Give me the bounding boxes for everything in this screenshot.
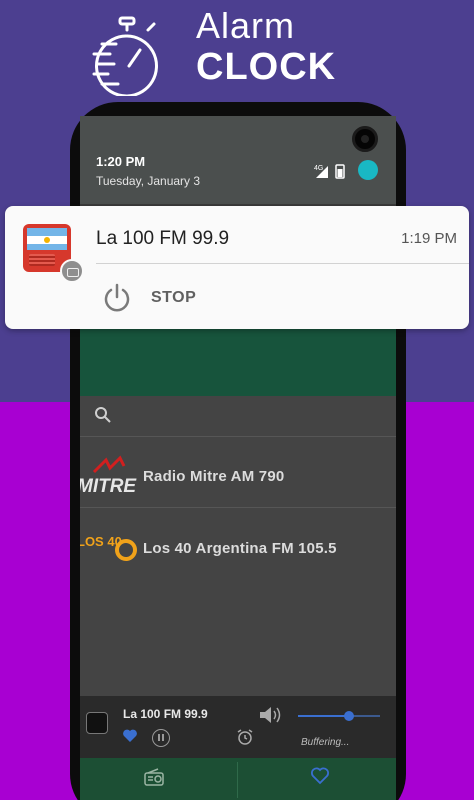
hero-title-line2: CLOCK	[196, 46, 337, 88]
list-item-station[interactable]: MITRE Radio Mitre AM 790	[80, 444, 396, 508]
flag-stripe	[27, 244, 67, 250]
status-time: 1:20 PM	[96, 154, 146, 169]
hero-title: Alarm CLOCK	[196, 5, 337, 88]
volume-slider-fill	[298, 715, 349, 717]
divider	[80, 507, 396, 508]
stopwatch-icon	[92, 16, 158, 96]
volume-slider-thumb[interactable]	[343, 711, 354, 721]
radio-badge-icon	[60, 259, 84, 283]
flag-sun	[44, 237, 50, 243]
volume-slider[interactable]	[298, 711, 380, 721]
stop-button[interactable]: STOP	[151, 289, 196, 307]
radio-grill	[29, 254, 55, 266]
front-camera	[352, 126, 378, 152]
flag-stripe	[27, 228, 67, 236]
search-icon[interactable]	[94, 406, 112, 424]
user-avatar-icon[interactable]	[358, 160, 378, 180]
power-icon[interactable]	[101, 282, 133, 314]
station-name: Radio Mitre AM 790	[143, 468, 285, 485]
station-name: Los 40 Argentina FM 105.5	[143, 540, 337, 557]
divider	[80, 436, 396, 437]
player-status: Buffering...	[301, 737, 350, 748]
bottom-tab-bar	[80, 758, 396, 800]
notification-title: La 100 FM 99.9	[96, 228, 230, 249]
notification-divider	[96, 263, 469, 264]
tab-separator	[237, 762, 238, 798]
mitre-logo-text: MITRE	[80, 476, 137, 497]
pause-button[interactable]	[152, 729, 170, 747]
signal-battery-icon: 4G	[314, 164, 345, 179]
radio-tab-icon[interactable]	[144, 768, 164, 786]
list-item-station[interactable]: LOS 40 Los 40 Argentina FM 105.5	[80, 516, 396, 580]
heart-icon[interactable]	[122, 728, 138, 744]
hero-title-line1: Alarm	[196, 5, 296, 46]
alarm-icon[interactable]	[236, 728, 254, 746]
volume-icon[interactable]	[258, 704, 284, 726]
network-type: 4G	[314, 165, 323, 172]
alarm-notification[interactable]: La 100 FM 99.9 1:19 PM STOP	[5, 206, 469, 329]
notification-time: 1:19 PM	[401, 230, 457, 247]
status-date: Tuesday, January 3	[96, 174, 201, 188]
player-title: La 100 FM 99.9	[123, 707, 208, 721]
station-logo-los40: LOS 40	[80, 534, 137, 561]
favorites-tab-icon[interactable]	[310, 766, 330, 786]
station-logo-mitre: MITRE	[80, 455, 137, 497]
mini-player: La 100 FM 99.9 Buffering...	[80, 696, 396, 758]
player-artwork[interactable]	[86, 712, 108, 734]
